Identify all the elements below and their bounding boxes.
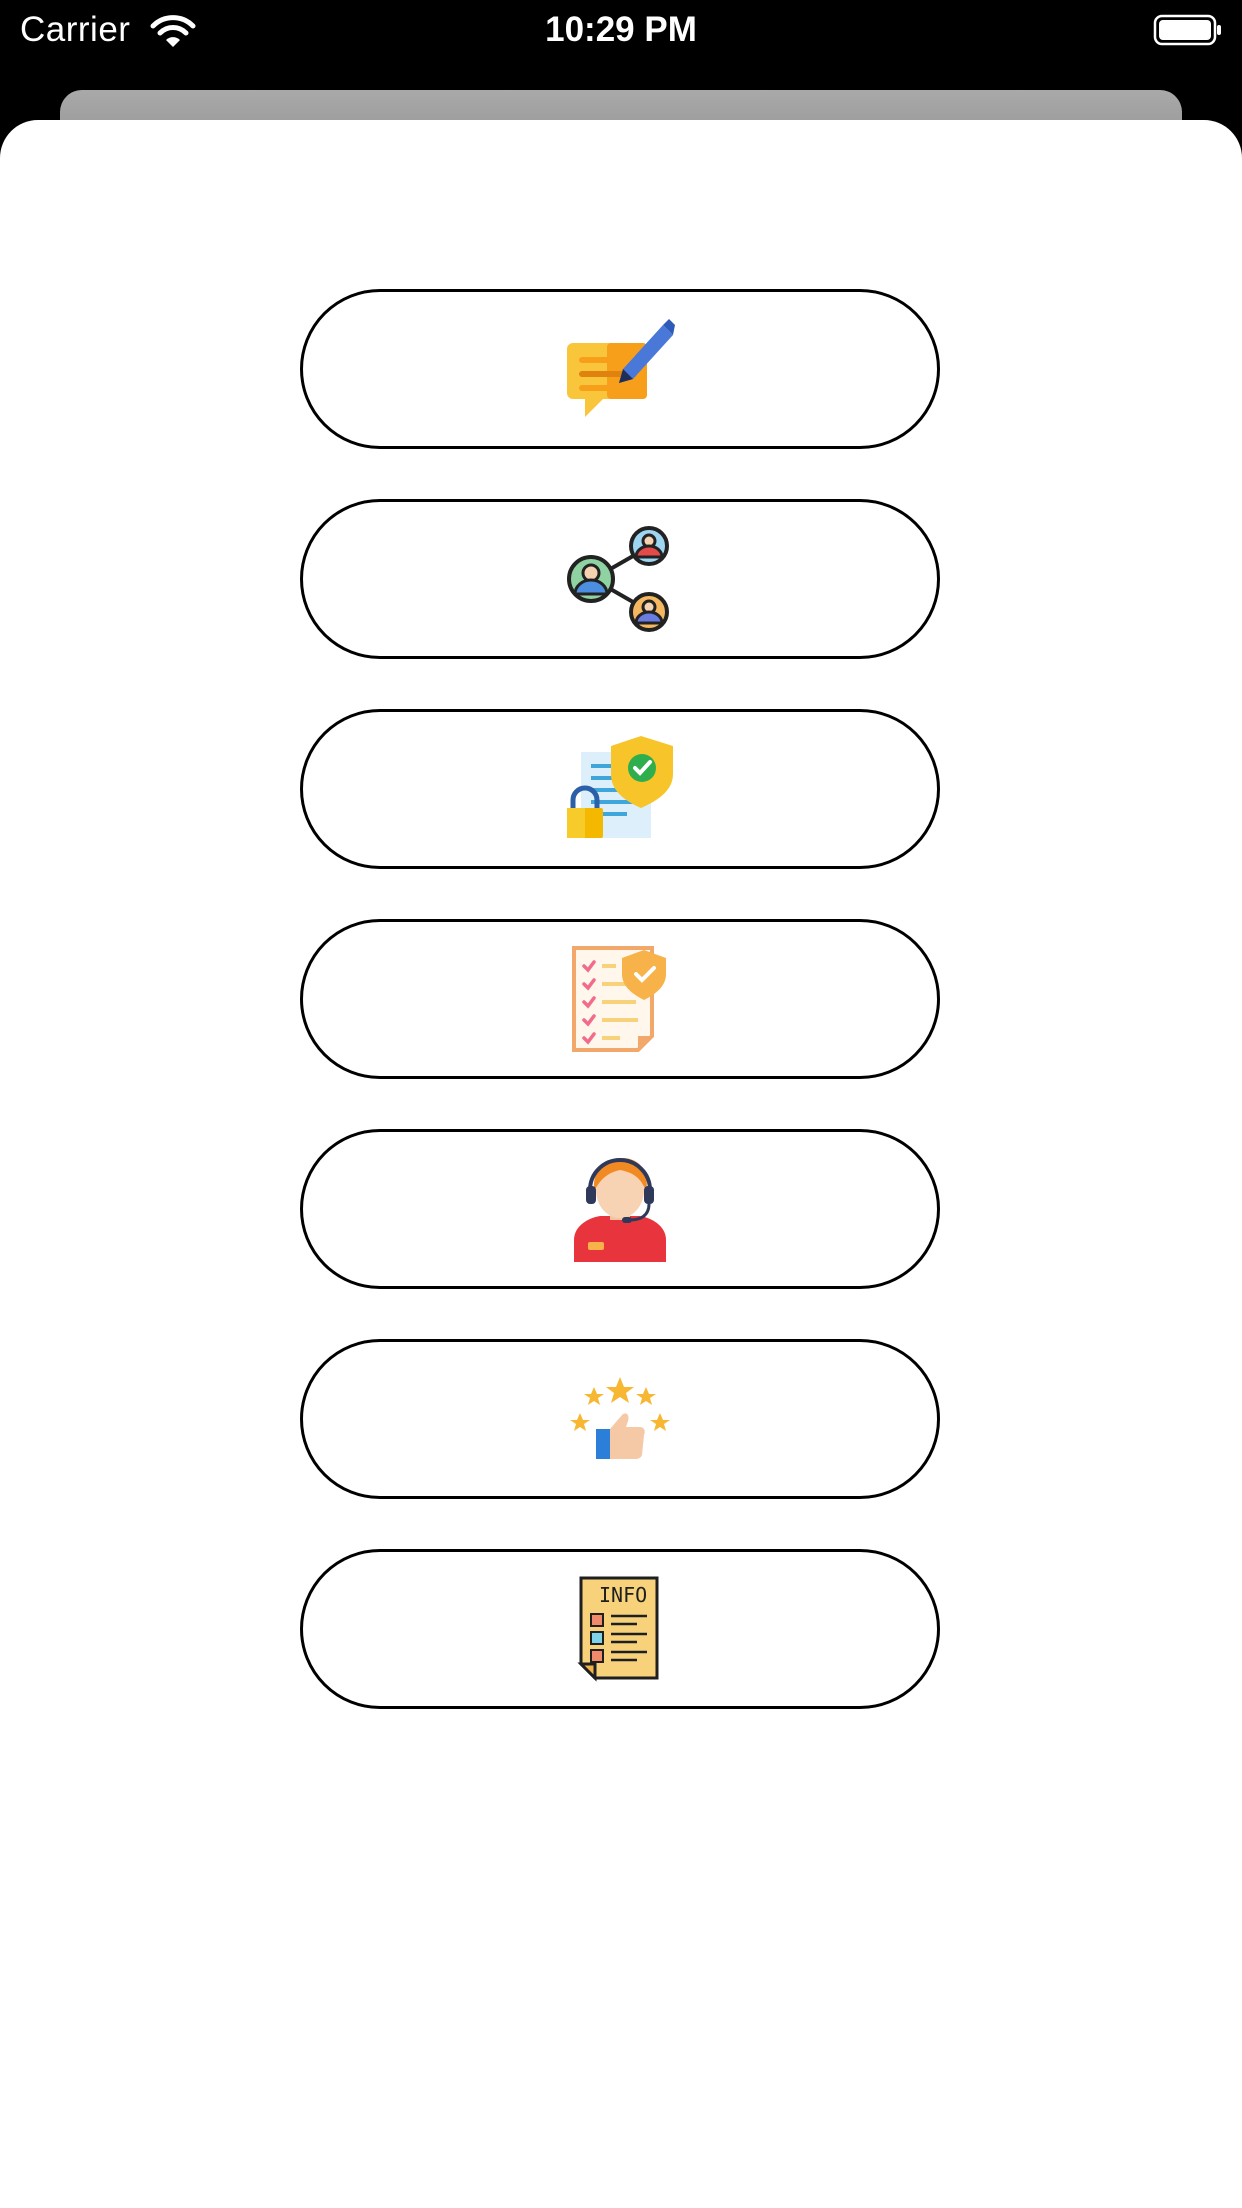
- customer-support-icon: [574, 1158, 666, 1262]
- share-network-icon: [567, 526, 669, 632]
- feedback-button[interactable]: [300, 289, 940, 449]
- info-document-icon: INFO: [577, 1576, 659, 1682]
- share-button[interactable]: [300, 499, 940, 659]
- terms-checklist-icon: [572, 946, 666, 1052]
- rate-us-icon: [570, 1377, 670, 1459]
- svg-text:INFO: INFO: [599, 1583, 647, 1607]
- rate-app-button[interactable]: [300, 1339, 940, 1499]
- feedback-note-icon: [567, 319, 675, 417]
- privacy-policy-button[interactable]: [300, 709, 940, 869]
- terms-button[interactable]: [300, 919, 940, 1079]
- contact-support-button[interactable]: [300, 1129, 940, 1289]
- app-info-button[interactable]: INFO: [300, 1549, 940, 1709]
- status-bar: Carrier 10:29 PM: [0, 0, 1242, 62]
- battery-icon: [1153, 14, 1223, 53]
- menu-sheet: INFO: [0, 120, 1242, 2208]
- clock: 10:29 PM: [545, 10, 697, 49]
- privacy-document-icon: [567, 736, 673, 838]
